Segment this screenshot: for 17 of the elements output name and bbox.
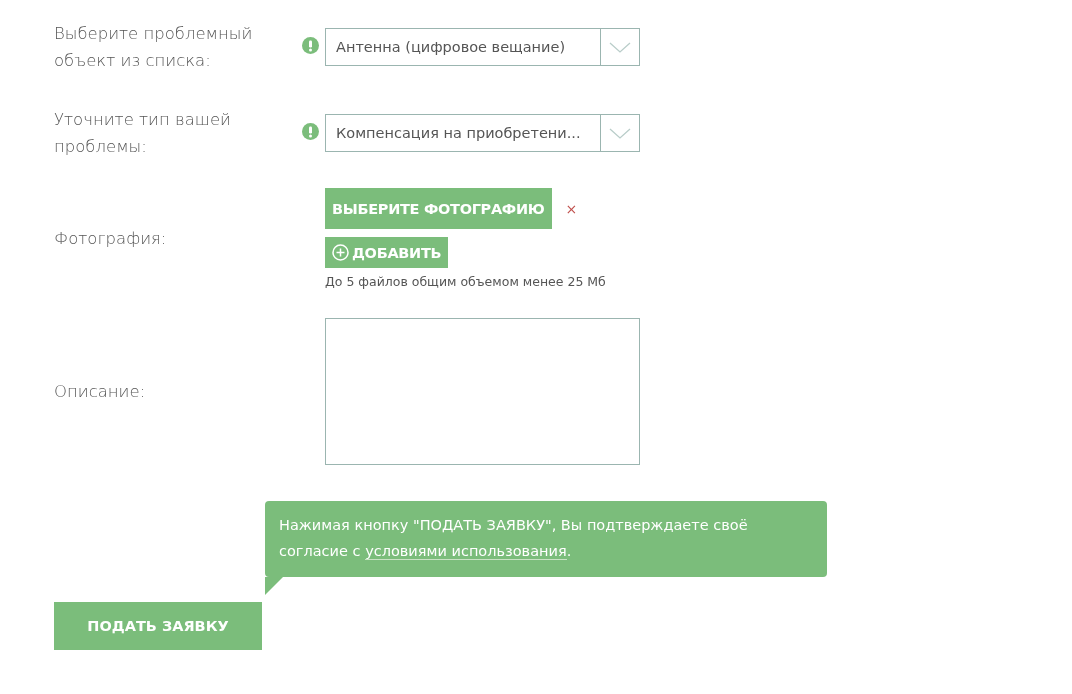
chevron-down-icon: [609, 127, 631, 139]
submit-button[interactable]: ПОДАТЬ ЗАЯВКУ: [54, 602, 262, 650]
plus-circle-icon: [332, 244, 349, 261]
field-label: Фотография:: [54, 228, 168, 250]
field-label: Уточните тип вашей проблемы:: [54, 109, 232, 158]
add-button[interactable]: ДОБАВИТЬ: [325, 237, 449, 268]
choose-photo-button[interactable]: ВЫБЕРИТЕ ФОТОГРАФИЮ: [325, 188, 552, 229]
description-field[interactable]: [325, 318, 640, 465]
dropdown[interactable]: Антенна (цифровое вещание): [325, 28, 640, 66]
field-label: Описание:: [54, 381, 147, 403]
chevron-down-icon: [609, 41, 631, 53]
dropdown[interactable]: Компенсация на приобретени...: [325, 114, 640, 152]
field-label: Выберите проблемный объект из списка:: [54, 23, 254, 72]
consent-text: Нажимая кнопку "ПОДАТЬ ЗАЯВКУ", Вы подтверждаете своё согласие с условиями использования.: [279, 516, 749, 562]
upload-hint: До 5 файлов общим объемом менее 25 Мб: [325, 274, 606, 289]
remove-icon[interactable]: ×: [565, 200, 578, 217]
terms-link[interactable]: условиями использования: [365, 543, 567, 560]
